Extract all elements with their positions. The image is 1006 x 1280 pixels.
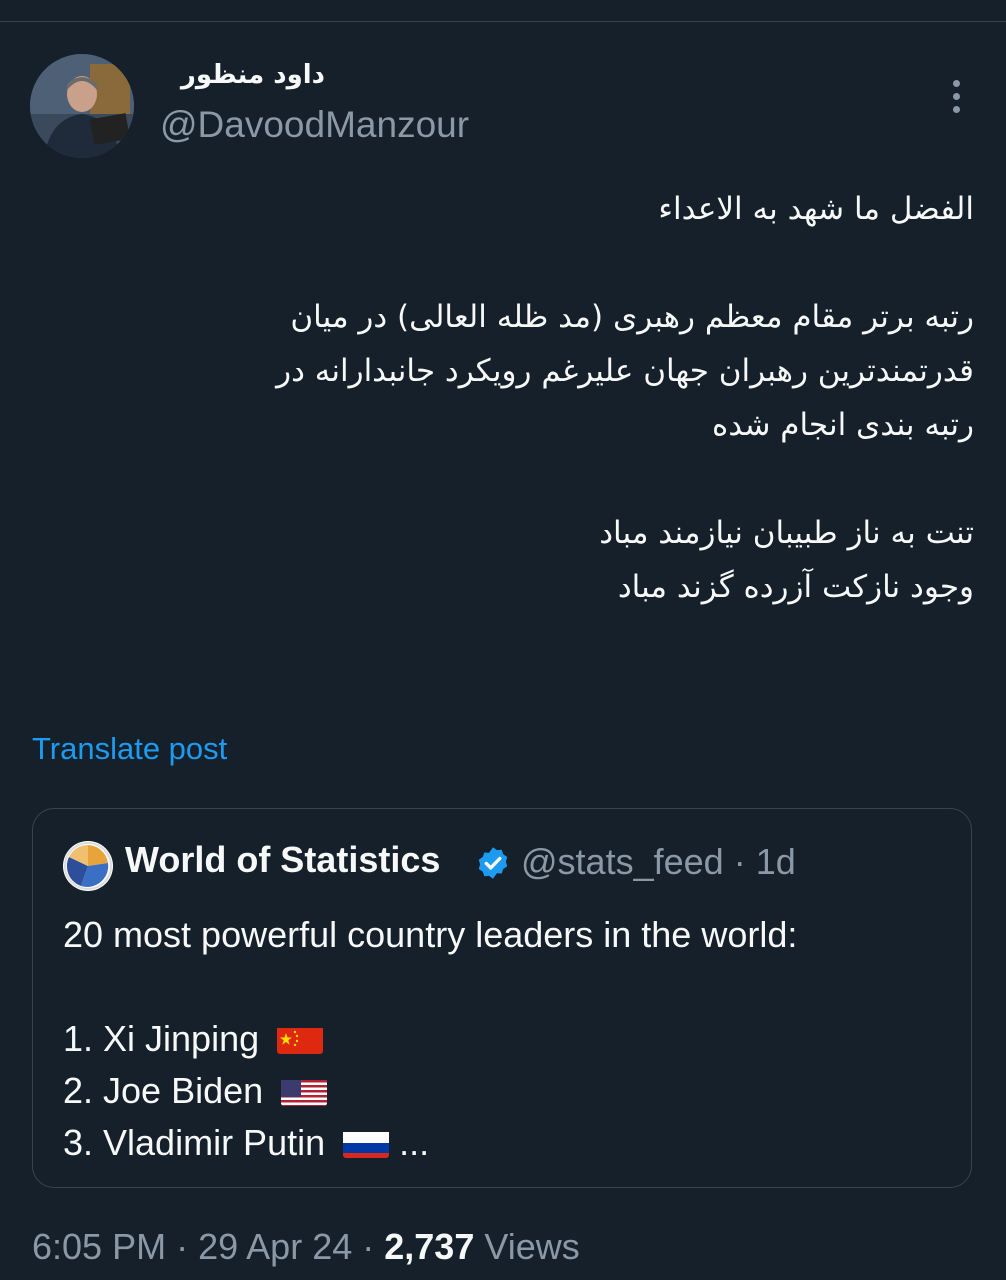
- post-line: الفضل ما شهد به الاعداء: [658, 191, 974, 227]
- quoted-author-avatar: [63, 841, 113, 891]
- author-avatar[interactable]: [30, 54, 134, 158]
- author-handle[interactable]: @DavoodManzour: [160, 104, 469, 146]
- post-text: الفضل ما شهد به الاعداء رتبه برتر مقام م…: [54, 182, 974, 614]
- post-line: وجود نازکت آزرده گزند مباد: [617, 569, 974, 605]
- list-item-text: 1. Xi Jinping: [63, 1018, 260, 1059]
- top-divider: [0, 21, 1006, 22]
- list-item-text: 2. Joe Biden: [63, 1070, 264, 1111]
- quoted-post-card[interactable]: World of Statistics @stats_feed · 1d 20 …: [32, 808, 972, 1188]
- post-date[interactable]: 29 Apr 24: [198, 1226, 352, 1267]
- more-dot-icon: [952, 105, 960, 113]
- list-item: 2. Joe Biden: [63, 1065, 943, 1117]
- quoted-post-age: 1d: [755, 841, 796, 882]
- quoted-meta: @stats_feed · 1d: [521, 841, 796, 883]
- author-display-name[interactable]: داود منظور: [160, 60, 325, 90]
- post-line: رتبه برتر مقام معظم رهبری (مد ظله العالی…: [290, 299, 974, 335]
- post-line: قدرتمندترین رهبران جهان علیرغم رویکرد جا…: [276, 353, 974, 389]
- more-dot-icon: [952, 79, 960, 87]
- post-footer-meta: 6:05 PM · 29 Apr 24 · 2,737 Views: [32, 1226, 580, 1268]
- list-item: 1. Xi Jinping: [63, 1013, 943, 1065]
- list-item: 3. Vladimir Putin ...: [63, 1117, 943, 1169]
- quoted-intro: 20 most powerful country leaders in the …: [63, 914, 798, 955]
- truncation-ellipsis: ...: [399, 1122, 430, 1163]
- post-detail: داود منظور @DavoodManzour الفضل ما شهد ب…: [0, 0, 1006, 1280]
- meta-separator: ·: [733, 841, 746, 882]
- list-item-text: 3. Vladimir Putin: [63, 1122, 326, 1163]
- views-count[interactable]: 2,737: [384, 1226, 474, 1267]
- post-line: تنت به ناز طبیبان نیازمند مباد: [599, 515, 974, 551]
- quoted-author-handle: @stats_feed: [521, 841, 724, 882]
- meta-separator: ·: [362, 1226, 375, 1267]
- post-line: رتبه بندی انجام شده: [711, 407, 974, 443]
- views-label: Views: [484, 1226, 580, 1267]
- quoted-post-text: 20 most powerful country leaders in the …: [63, 909, 943, 1169]
- verified-badge-icon: [478, 847, 508, 879]
- more-options-button[interactable]: [936, 74, 976, 118]
- meta-separator: ·: [176, 1226, 189, 1267]
- more-dot-icon: [952, 92, 960, 100]
- post-time[interactable]: 6:05 PM: [32, 1226, 166, 1267]
- translate-post-link[interactable]: Translate post: [32, 731, 227, 767]
- quoted-author-name: World of Statistics: [125, 839, 441, 880]
- russia-flag-icon: [343, 1126, 390, 1159]
- usa-flag-icon: [281, 1074, 328, 1107]
- china-flag-icon: [277, 1022, 324, 1055]
